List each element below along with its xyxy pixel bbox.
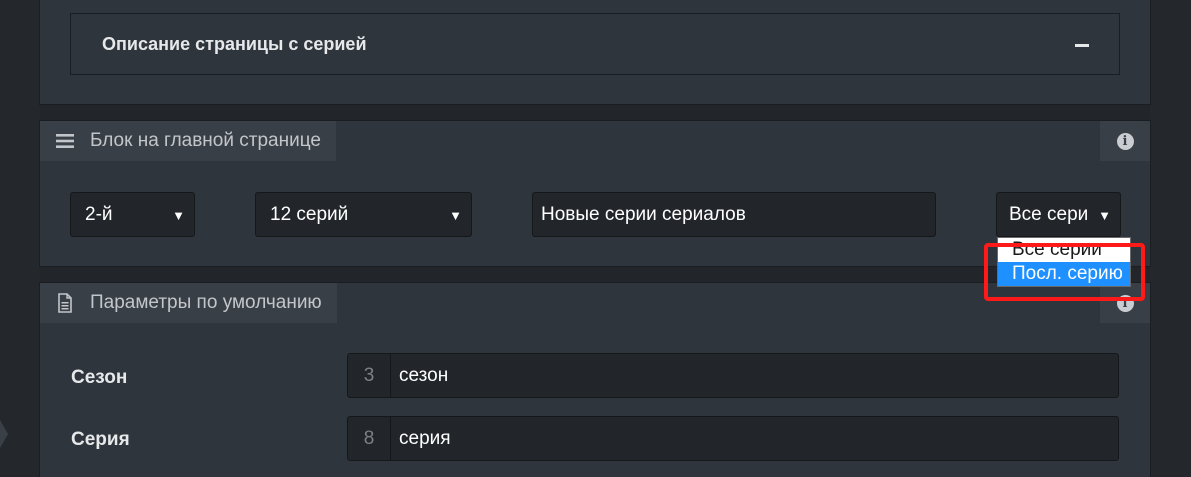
description-section: Описание страницы с серией <box>39 0 1151 105</box>
episode-field[interactable]: 8 серия <box>347 416 1119 461</box>
panel-tab-main-page-block: Блок на главной странице <box>40 121 336 161</box>
season-text: сезон <box>399 364 449 386</box>
default-params-panel: Параметры по умолчанию i Сезон 3 сезон С… <box>39 282 1151 477</box>
episode-text: серия <box>399 427 451 449</box>
panel-header: Блок на главной странице i <box>40 121 1150 161</box>
caret-down-icon: ▼ <box>1098 208 1111 223</box>
menu-icon <box>55 131 75 151</box>
caret-down-icon: ▼ <box>449 208 462 223</box>
season-field[interactable]: 3 сезон <box>347 353 1119 398</box>
position-select[interactable]: 2-й ▼ <box>70 192 195 237</box>
count-select[interactable]: 12 серий ▼ <box>255 192 472 237</box>
left-gutter <box>0 0 40 477</box>
episode-label: Серия <box>71 429 130 450</box>
info-button[interactable]: i <box>1100 121 1150 161</box>
left-pointer <box>0 420 8 448</box>
collapse-icon[interactable] <box>1075 44 1089 47</box>
block-title-input[interactable]: Новые серии сериалов <box>532 192 936 237</box>
count-select-value: 12 серий <box>270 203 349 225</box>
season-label: Сезон <box>71 367 128 388</box>
mode-select-value: Все сери <box>1009 203 1089 225</box>
block-title-value: Новые серии сериалов <box>541 203 746 225</box>
caret-down-icon: ▼ <box>172 208 185 223</box>
panel-title: Блок на главной странице <box>90 130 321 151</box>
description-title: Описание страницы с серией <box>102 34 367 54</box>
description-accordion[interactable]: Описание страницы с серией <box>70 13 1120 75</box>
right-gutter <box>1150 0 1191 477</box>
annotation-highlight <box>984 243 1145 301</box>
document-icon <box>55 293 75 313</box>
season-number: 3 <box>348 354 391 397</box>
panel-title: Параметры по умолчанию <box>90 292 322 313</box>
mode-select[interactable]: Все сери ▼ <box>996 192 1121 237</box>
panel-tab-default-params: Параметры по умолчанию <box>40 283 337 323</box>
info-icon: i <box>1116 132 1134 150</box>
episode-number: 8 <box>348 417 391 460</box>
position-select-value: 2-й <box>85 203 113 225</box>
